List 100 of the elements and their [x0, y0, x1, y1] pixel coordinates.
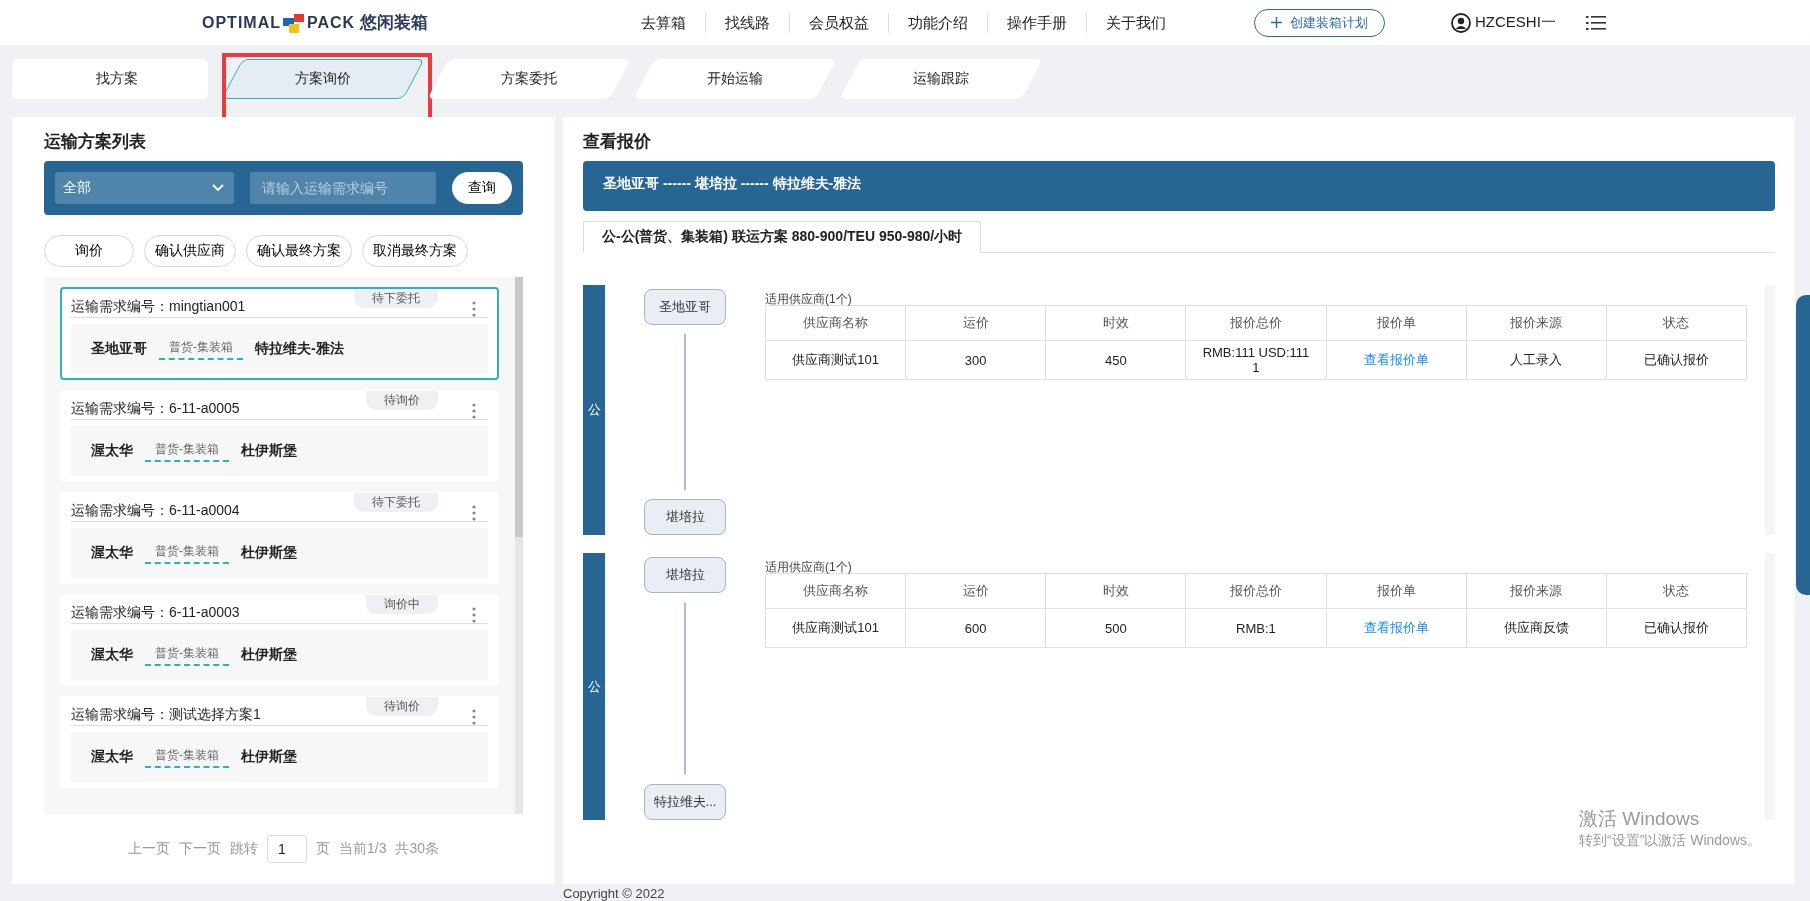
plus-icon	[1271, 17, 1282, 28]
table-cell: 300	[905, 340, 1046, 380]
column-header: 时效	[1045, 573, 1186, 609]
action-button[interactable]: 询价	[44, 235, 134, 267]
copyright-text: Copyright © 2022	[563, 886, 666, 901]
table-cell: RMB:1	[1185, 608, 1327, 648]
user-name[interactable]: HZCESHI一	[1475, 13, 1556, 32]
nav-link[interactable]: 功能介绍	[889, 12, 988, 33]
chevron-down-icon	[212, 184, 225, 192]
table-cell: 500	[1045, 608, 1186, 648]
table-cell: 供应商测试101	[765, 608, 906, 648]
plan-card[interactable]: 运输需求编号：mingtian001 待下委托 圣地亚哥 普货-集装箱 特拉维夫-雅法	[60, 287, 499, 380]
more-icon[interactable]	[472, 301, 476, 317]
column-header: 报价来源	[1466, 573, 1607, 609]
status-tag: 待询价	[366, 697, 438, 716]
more-icon[interactable]	[472, 505, 476, 521]
nav-link[interactable]: 去算箱	[622, 12, 706, 33]
activation-notice-title: 激活 Windows	[1579, 807, 1701, 831]
activation-notice-hint: 转到“设置”以激活 Windows。	[1579, 832, 1761, 850]
origin-city: 圣地亚哥	[91, 340, 147, 358]
transport-mode: 普货-集装箱	[145, 644, 229, 666]
table-cell: 供应商反馈	[1466, 608, 1607, 648]
panel-title: 运输方案列表	[44, 131, 147, 153]
origin-city: 渥太华	[91, 646, 133, 664]
status-tag: 待下委托	[354, 289, 438, 308]
column-header: 状态	[1606, 573, 1747, 609]
query-button[interactable]: 查询	[452, 172, 512, 204]
column-header: 运价	[905, 573, 1046, 609]
status-select[interactable]: 全部	[55, 172, 235, 204]
table-cell: 供应商测试101	[765, 340, 906, 380]
quote-link[interactable]: 查看报价单	[1363, 620, 1429, 635]
page-field[interactable]: 1	[266, 835, 307, 863]
table-cell: 已确认报价	[1606, 608, 1747, 648]
destination-city: 特拉维夫-雅法	[255, 340, 344, 358]
menu-icon[interactable]	[1585, 14, 1606, 31]
quote-link[interactable]: 查看报价单	[1363, 352, 1429, 367]
table-cell: 600	[905, 608, 1046, 648]
plan-card[interactable]: 运输需求编号：测试选择方案1 待询价 渥太华 普货-集装箱 杜伊斯堡	[60, 696, 499, 788]
table-cell: RMB:111 USD:1111	[1185, 340, 1327, 380]
plan-card[interactable]: 运输需求编号：6-11-a0005 待询价 渥太华 普货-集装箱 杜伊斯堡	[60, 390, 499, 482]
page-unit: 页	[315, 840, 330, 858]
column-header: 报价总价	[1185, 573, 1327, 609]
request-number: 运输需求编号：6-11-a0004	[71, 501, 240, 520]
create-plan-button[interactable]: 创建装箱计划	[1254, 8, 1385, 37]
mode-bar: 公	[583, 553, 605, 820]
column-header: 报价来源	[1466, 305, 1607, 341]
panel-title: 查看报价	[583, 131, 652, 153]
nav-link[interactable]: 操作手册	[988, 12, 1087, 33]
column-header: 运价	[905, 305, 1046, 341]
action-button[interactable]: 确认最终方案	[246, 235, 352, 267]
column-header: 报价总价	[1185, 305, 1327, 341]
destination-city: 杜伊斯堡	[241, 544, 297, 562]
destination-city: 杜伊斯堡	[241, 442, 297, 460]
column-header: 报价单	[1326, 573, 1467, 609]
destination-city: 杜伊斯堡	[241, 748, 297, 766]
search-field[interactable]: 请输入运输需求编号	[250, 172, 437, 204]
column-header: 状态	[1606, 305, 1747, 341]
more-icon[interactable]	[472, 607, 476, 623]
column-header: 时效	[1045, 305, 1186, 341]
logo-name: 悠闲装箱	[360, 12, 429, 34]
nav-link[interactable]: 会员权益	[790, 12, 889, 33]
more-icon[interactable]	[472, 403, 476, 419]
action-button[interactable]: 确认供应商	[144, 235, 236, 267]
scrollbar[interactable]	[515, 277, 523, 814]
column-header: 报价单	[1326, 305, 1467, 341]
user-icon	[1451, 12, 1471, 33]
column-header: 供应商名称	[765, 305, 906, 341]
origin-city: 渥太华	[91, 442, 133, 460]
status-tag: 待询价	[366, 391, 438, 410]
transport-mode: 普货-集装箱	[145, 746, 229, 768]
nav-link[interactable]: 关于我们	[1087, 12, 1185, 33]
status-tag: 待下委托	[354, 493, 438, 512]
location-node: 特拉维夫...	[644, 784, 726, 820]
origin-city: 渥太华	[91, 544, 133, 562]
column-header: 供应商名称	[765, 573, 906, 609]
location-node: 圣地亚哥	[644, 289, 726, 325]
action-button[interactable]: 取消最终方案	[362, 235, 468, 267]
request-number: 运输需求编号：mingtian001	[71, 297, 246, 316]
supplier-caption: 适用供应商(1个)	[765, 559, 853, 573]
plan-tab[interactable]: 公-公(普货、集装箱) 联运方案 880-900/TEU 950-980/小时	[583, 221, 982, 253]
location-node: 堪培拉	[644, 557, 726, 593]
table-cell: 已确认报价	[1606, 340, 1747, 380]
request-number: 运输需求编号：测试选择方案1	[71, 705, 261, 724]
jump-label: 跳转	[229, 840, 258, 858]
record-total: 共30条	[395, 840, 439, 858]
origin-city: 渥太华	[91, 748, 133, 766]
supplier-caption: 适用供应商(1个)	[765, 291, 853, 305]
logo-icon	[283, 11, 305, 34]
transport-mode: 普货-集装箱	[159, 338, 243, 360]
request-number: 运输需求编号：6-11-a0005	[71, 399, 240, 418]
more-icon[interactable]	[472, 709, 476, 725]
plan-card[interactable]: 运输需求编号：6-11-a0003 询价中 渥太华 普货-集装箱 杜伊斯堡	[60, 594, 499, 686]
status-tag: 询价中	[366, 595, 438, 614]
transport-mode: 普货-集装箱	[145, 440, 229, 462]
transport-mode: 普货-集装箱	[145, 542, 229, 564]
logo-text: PACK	[307, 13, 356, 32]
nav-link[interactable]: 找线路	[706, 12, 790, 33]
table-cell: 人工录入	[1466, 340, 1607, 380]
plan-card[interactable]: 运输需求编号：6-11-a0004 待下委托 渥太华 普货-集装箱 杜伊斯堡	[60, 492, 499, 584]
destination-city: 杜伊斯堡	[241, 646, 297, 664]
